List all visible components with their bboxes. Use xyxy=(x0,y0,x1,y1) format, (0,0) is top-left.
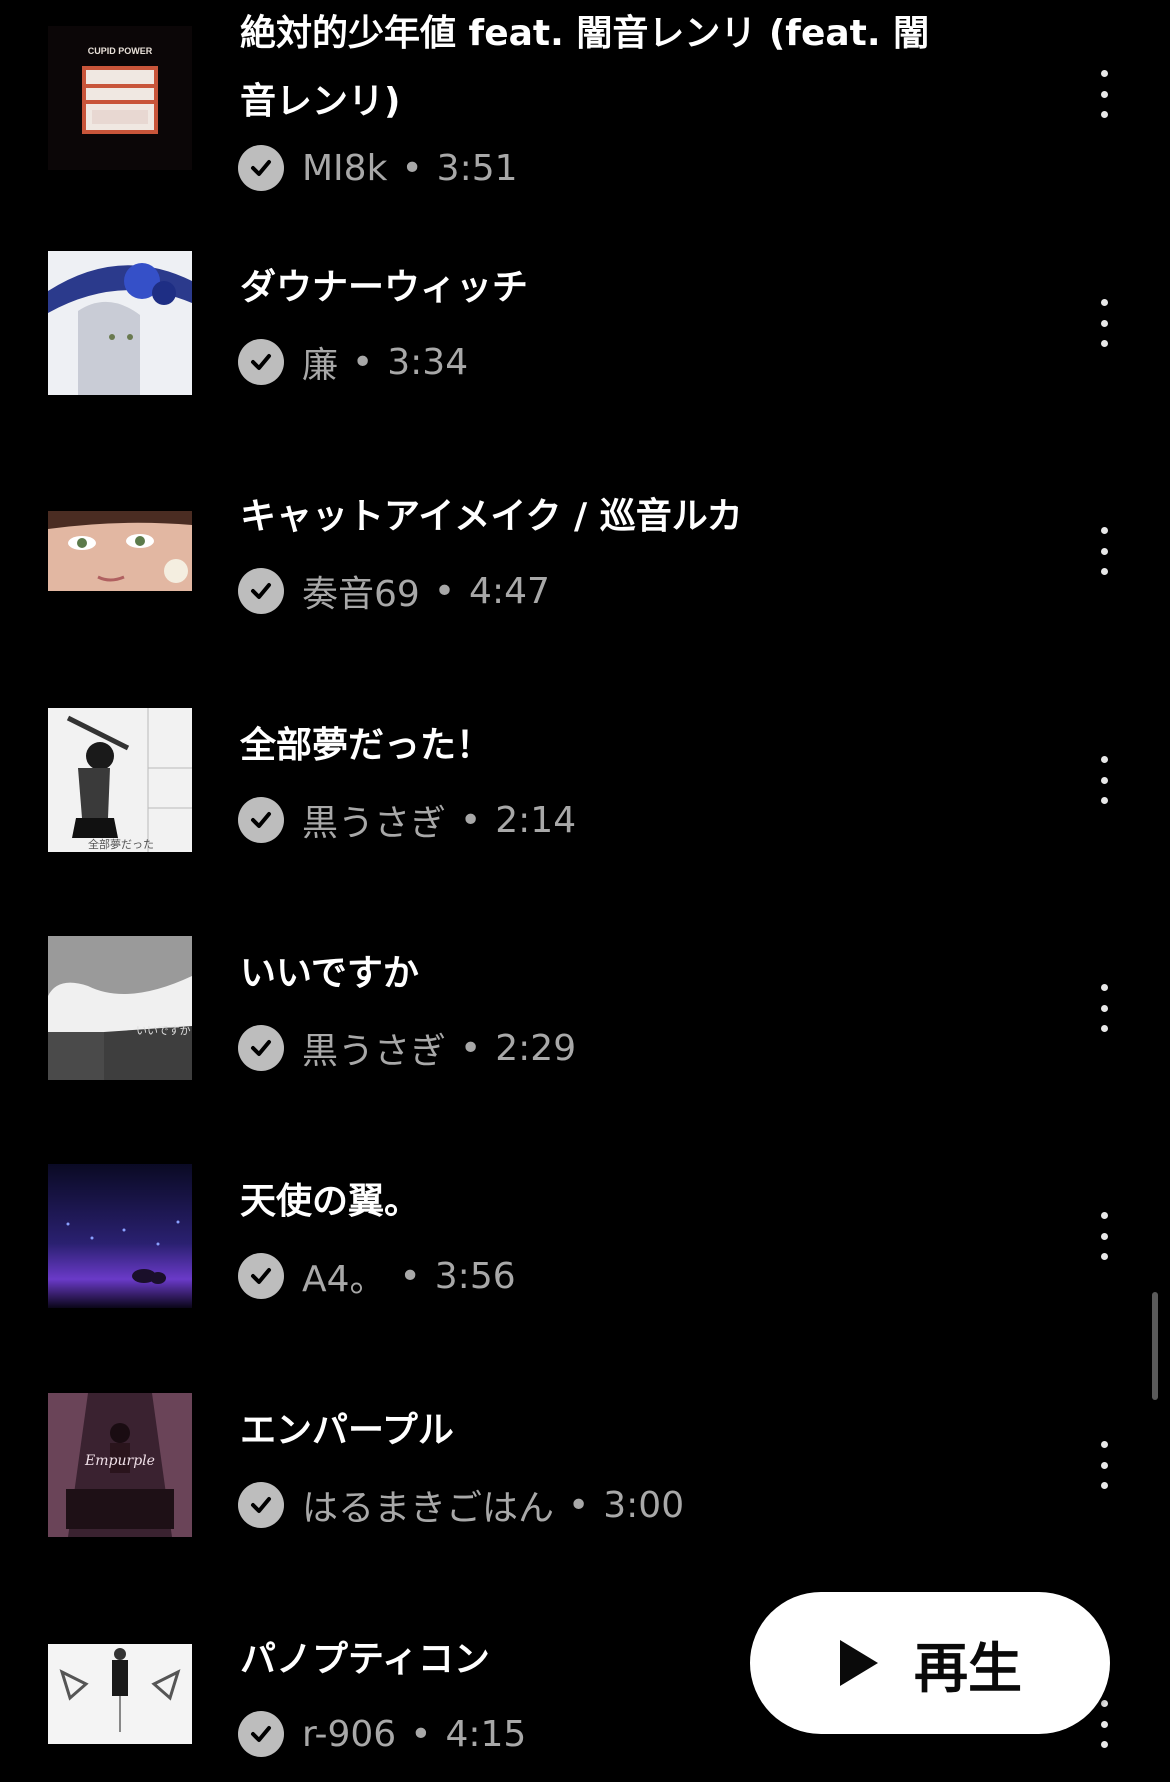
track-meta: MI8k • 3:51 xyxy=(238,144,518,192)
track-title: ダウナーウィッチ xyxy=(240,267,529,308)
track-meta: r-906 • 4:15 xyxy=(238,1710,526,1758)
track-duration: 2:14 xyxy=(495,799,577,841)
separator: • xyxy=(460,1027,482,1069)
track-artist: MI8k xyxy=(302,147,388,189)
play-button-label: 再生 xyxy=(914,1636,1022,1700)
check-circle-icon xyxy=(238,1482,284,1528)
separator: • xyxy=(401,147,423,189)
track-duration: 3:56 xyxy=(434,1255,516,1297)
thumb-text: CUPID POWER xyxy=(88,46,153,56)
separator: • xyxy=(399,1255,421,1297)
album-art xyxy=(48,1164,192,1308)
track-meta: はるまきごはん • 3:00 xyxy=(238,1481,684,1529)
check-circle-icon xyxy=(238,339,284,385)
track-meta: 黒うさぎ • 2:14 xyxy=(238,796,576,844)
album-art: 全部夢だった xyxy=(48,708,192,852)
track-duration: 3:34 xyxy=(387,341,469,383)
track-artist: 黒うさぎ xyxy=(302,1031,447,1072)
track-meta: 奏音69 • 4:47 xyxy=(238,567,550,615)
check-circle-icon xyxy=(238,1025,284,1071)
check-circle-icon xyxy=(238,1253,284,1299)
thumb-text: Empurple xyxy=(84,1453,155,1469)
track-meta: 廉 • 3:34 xyxy=(238,338,468,386)
track-title: 天使の翼。 xyxy=(240,1181,421,1222)
track-title: キャットアイメイク / 巡音ルカ xyxy=(240,496,743,537)
track-meta: A4。 • 3:56 xyxy=(238,1252,516,1300)
album-art: CUPID POWER xyxy=(48,26,192,170)
track-artist: 黒うさぎ xyxy=(302,803,447,844)
more-vertical-icon[interactable] xyxy=(1090,70,1118,118)
track-artist: A4。 xyxy=(302,1259,386,1300)
separator: • xyxy=(460,799,482,841)
more-vertical-icon[interactable] xyxy=(1090,984,1118,1032)
scrollbar[interactable] xyxy=(1152,1292,1158,1400)
album-art xyxy=(48,1622,192,1766)
separator: • xyxy=(352,341,374,383)
play-button[interactable]: 再生 xyxy=(750,1592,1110,1734)
separator: • xyxy=(410,1713,432,1755)
track-duration: 4:47 xyxy=(469,570,550,612)
more-vertical-icon[interactable] xyxy=(1090,527,1118,575)
track-artist: はるまきごはん xyxy=(302,1488,555,1529)
track-title: 全部夢だった！ xyxy=(240,725,493,766)
thumb-text: いいですか xyxy=(136,1024,191,1037)
more-vertical-icon[interactable] xyxy=(1090,1441,1118,1489)
check-circle-icon xyxy=(238,797,284,843)
check-circle-icon xyxy=(238,568,284,614)
track-meta: 黒うさぎ • 2:29 xyxy=(238,1024,576,1072)
track-duration: 4:15 xyxy=(445,1713,527,1755)
album-art: Empurple xyxy=(48,1393,192,1537)
album-art xyxy=(48,251,192,395)
track-duration: 3:51 xyxy=(436,147,518,189)
track-title: 絶対的少年値 feat. 闇音レンリ (feat. 闇音レンリ) xyxy=(240,13,930,122)
track-artist: 廉 xyxy=(302,345,339,386)
more-vertical-icon[interactable] xyxy=(1090,299,1118,347)
thumb-text: 全部夢だった xyxy=(88,837,154,851)
track-artist: r-906 xyxy=(302,1713,397,1755)
track-duration: 3:00 xyxy=(603,1484,685,1526)
play-icon xyxy=(840,1640,878,1686)
separator: • xyxy=(568,1484,590,1526)
check-circle-icon xyxy=(238,1711,284,1757)
more-vertical-icon[interactable] xyxy=(1090,756,1118,804)
track-artist: 奏音69 xyxy=(302,574,420,615)
track-title: いいですか xyxy=(240,953,419,994)
track-duration: 2:29 xyxy=(495,1027,577,1069)
album-art: いいですか xyxy=(48,936,192,1080)
more-vertical-icon[interactable] xyxy=(1090,1212,1118,1260)
album-art xyxy=(48,479,192,623)
track-title: エンパープル xyxy=(240,1410,454,1451)
check-circle-icon xyxy=(238,145,284,191)
separator: • xyxy=(433,570,456,612)
